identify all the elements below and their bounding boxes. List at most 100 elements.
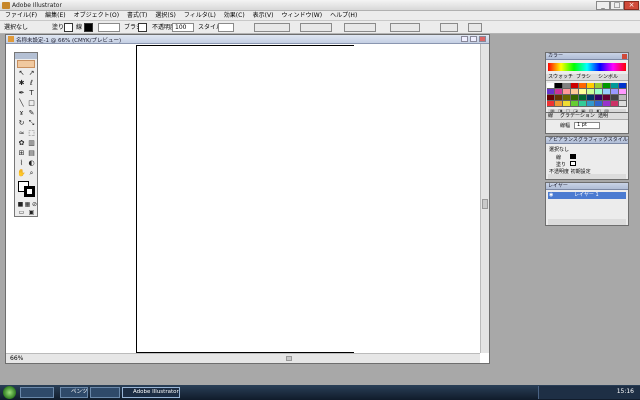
pen-tool-icon[interactable]: ✒ (17, 89, 26, 98)
fill-stroke-control[interactable] (18, 181, 36, 197)
horizontal-scrollbar[interactable]: 66% (6, 353, 480, 363)
rectangle-tool-icon[interactable]: □ (27, 99, 36, 108)
menu-select[interactable]: 選択(S) (155, 11, 176, 21)
appearance-panel-header[interactable]: アピアランス グラフィックスタイル (546, 137, 628, 144)
layer-row[interactable]: ◉ レイヤー 1 (548, 192, 626, 199)
taskbar-item-1[interactable] (20, 387, 54, 398)
selection-status: 選択なし (4, 24, 29, 31)
taskbar-item-illustrator[interactable]: Adobe Illustrator (122, 387, 180, 398)
warp-tool-icon[interactable]: ≈ (17, 129, 26, 138)
align-button[interactable] (468, 23, 482, 32)
lasso-tool-icon[interactable]: ℓ (27, 79, 36, 88)
scale-tool-icon[interactable]: ⤡ (27, 119, 36, 128)
brush-swatch[interactable] (138, 23, 147, 32)
layers-panel: レイヤー ◉ レイヤー 1 (545, 182, 629, 226)
start-button[interactable] (3, 386, 16, 399)
appearance-panel-buttons[interactable] (548, 174, 626, 179)
gradient-tool-icon[interactable]: ▤ (27, 149, 36, 158)
paintbrush-tool-icon[interactable]: ɤ (17, 109, 26, 118)
vertical-scroll-thumb[interactable] (482, 199, 488, 209)
appearance-tab[interactable]: アピアランス (548, 137, 578, 144)
menu-view[interactable]: 表示(V) (253, 11, 274, 21)
brushes-tab[interactable]: ブラシ (576, 74, 591, 81)
swatch-grid[interactable] (547, 83, 627, 107)
fill-label: 塗り (52, 24, 65, 31)
layers-panel-buttons[interactable] (548, 219, 626, 225)
free-transform-tool-icon[interactable]: ⬚ (27, 129, 36, 138)
stroke-color-box[interactable] (24, 186, 35, 197)
menu-file[interactable]: ファイル(F) (5, 11, 37, 21)
fill-swatch[interactable] (64, 23, 73, 32)
width-field[interactable] (344, 23, 376, 32)
direct-selection-tool-icon[interactable]: ↗ (27, 69, 36, 78)
eye-icon[interactable]: ◉ (549, 192, 553, 198)
blend-tool-icon[interactable]: ◐ (27, 159, 36, 168)
stroke-tab[interactable]: 線 (548, 113, 553, 120)
y-field[interactable] (300, 23, 332, 32)
line-tool-icon[interactable]: ╲ (17, 99, 26, 108)
selection-tool-icon[interactable]: ↖ (17, 69, 26, 78)
taskbar-item-2[interactable]: ペンツール (60, 387, 88, 398)
appearance-fill-swatch (570, 161, 576, 166)
clock[interactable]: 15:16 (617, 388, 634, 395)
full-screen-mode-icon[interactable]: ▣ (27, 208, 36, 217)
swatches-tab[interactable]: スウォッチ (548, 74, 573, 81)
menu-window[interactable]: ウィンドウ(W) (281, 11, 322, 21)
layers-tab[interactable]: レイヤー (548, 183, 568, 190)
color-tab[interactable]: カラー (548, 53, 563, 60)
doc-close-button[interactable] (479, 36, 486, 42)
style-field[interactable] (218, 23, 234, 32)
transparency-tab[interactable]: 透明 (598, 113, 608, 120)
layers-panel-header[interactable]: レイヤー (546, 183, 628, 190)
doc-minimize-button[interactable] (461, 36, 468, 42)
horizontal-scroll-thumb[interactable] (286, 356, 292, 361)
menu-object[interactable]: オブジェクト(O) (74, 11, 119, 21)
panel-close-icon[interactable] (622, 54, 627, 59)
graphic-styles-tab[interactable]: グラフィックスタイル (578, 137, 628, 144)
zoom-field[interactable]: 66% (10, 355, 23, 362)
color-spectrum[interactable] (548, 63, 626, 71)
menu-help[interactable]: ヘルプ(H) (330, 11, 357, 21)
menu-effect[interactable]: 効果(C) (224, 11, 245, 21)
color-panel-header[interactable]: カラー (546, 53, 628, 60)
hand-tool-icon[interactable]: ✋ (17, 169, 26, 178)
stroke-swatch[interactable] (84, 23, 93, 32)
stroke-weight-input[interactable]: 1 pt (574, 122, 600, 129)
doc-maximize-button[interactable] (470, 36, 477, 42)
vertical-scrollbar[interactable] (480, 44, 489, 353)
illustrator-logo-icon (17, 60, 35, 68)
gradient-tab[interactable]: グラデーション (560, 113, 595, 120)
control-bar: 選択なし 塗り 線 ブラシ 不透明度 100 スタイル (0, 21, 640, 34)
transform-button[interactable] (440, 23, 458, 32)
minimize-button[interactable]: _ (596, 1, 610, 10)
document-title: 名称未設定-1 @ 66% (CMYK/プレビュー) (16, 38, 122, 44)
opacity-field[interactable]: 100 (172, 23, 194, 32)
type-tool-icon[interactable]: T (27, 89, 36, 98)
artboard[interactable] (136, 45, 354, 353)
x-field[interactable] (254, 23, 290, 32)
mesh-tool-icon[interactable]: ⊞ (17, 149, 26, 158)
pencil-tool-icon[interactable]: ✎ (27, 109, 36, 118)
tools-panel-header[interactable] (15, 53, 37, 59)
symbols-tab[interactable]: シンボル (598, 74, 618, 81)
height-field[interactable] (390, 23, 420, 32)
menu-type[interactable]: 書式(T) (127, 11, 147, 21)
magic-wand-tool-icon[interactable]: ✱ (17, 79, 26, 88)
menu-edit[interactable]: 編集(E) (45, 11, 65, 21)
screen-mode-icon[interactable]: ▭ (17, 208, 26, 217)
graph-tool-icon[interactable]: ▥ (27, 139, 36, 148)
appearance-fill-row[interactable]: 塗り (556, 161, 566, 168)
maximize-button[interactable]: □ (610, 1, 624, 10)
document-window: 名称未設定-1 @ 66% (CMYK/プレビュー) 66% (5, 34, 490, 364)
stroke-weight-field[interactable] (98, 23, 120, 32)
eyedropper-tool-icon[interactable]: ⌇ (17, 159, 26, 168)
menu-filter[interactable]: フィルタ(L) (184, 11, 216, 21)
taskbar-item-3[interactable] (90, 387, 120, 398)
symbol-sprayer-tool-icon[interactable]: ✿ (17, 139, 26, 148)
layer-name[interactable]: レイヤー 1 (574, 192, 599, 199)
close-button[interactable]: × (624, 1, 639, 10)
zoom-tool-icon[interactable]: ⌕ (27, 169, 36, 178)
appearance-stroke-row[interactable]: 線 (556, 154, 561, 161)
stroke-panel: 線 グラデーション 透明 線幅 1 pt (545, 112, 629, 134)
rotate-tool-icon[interactable]: ↻ (17, 119, 26, 128)
